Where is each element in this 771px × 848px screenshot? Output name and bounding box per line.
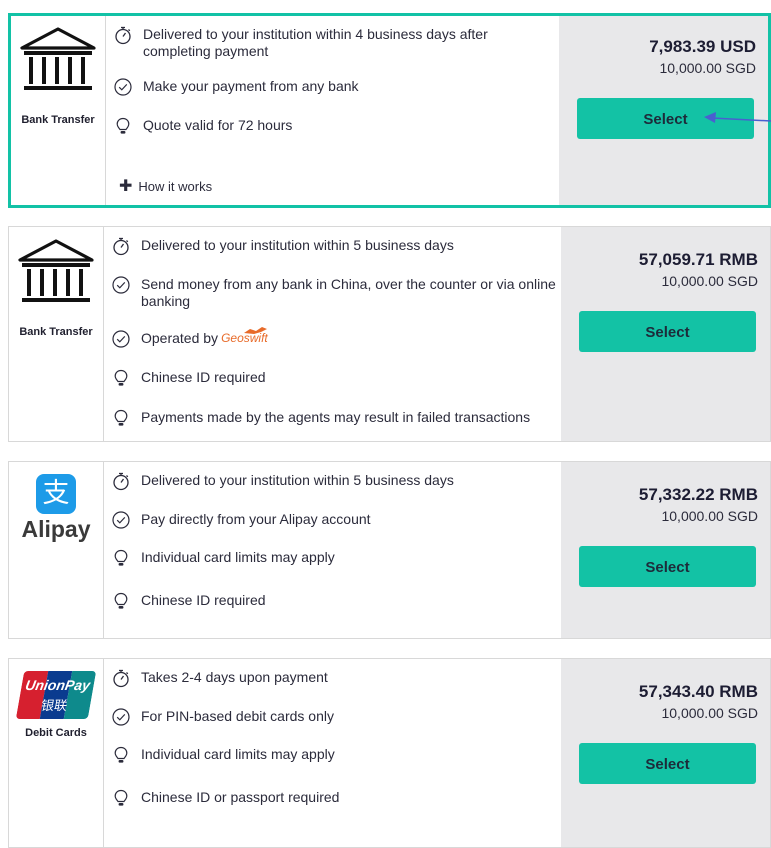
price-source-amount: 10,000.00 SGD	[661, 508, 758, 524]
feature-text: Pay directly from your Alipay account	[141, 511, 371, 527]
feature-text: Operated by	[141, 330, 219, 346]
feature-item: Takes 2-4 days upon payment	[111, 669, 561, 688]
price-panel: 57,059.71 RMB 10,000.00 SGD Select	[561, 227, 770, 441]
lightbulb-icon	[111, 591, 131, 611]
arrow-pointer-icon	[704, 112, 771, 123]
check-circle-icon	[111, 510, 131, 530]
how-it-works-link[interactable]: ✚ How it works	[119, 176, 212, 196]
check-circle-icon	[111, 329, 131, 349]
feature-text: Chinese ID or passport required	[141, 789, 340, 805]
feature-item: Delivered to your institution within 4 b…	[113, 26, 559, 60]
feature-text: Delivered to your institution within 5 b…	[141, 472, 454, 488]
feature-text: Quote valid for 72 hours	[143, 117, 293, 133]
lightbulb-icon	[111, 368, 131, 388]
features-column: Delivered to your institution within 5 b…	[103, 227, 561, 441]
feature-item: Chinese ID required	[111, 369, 561, 388]
feature-item: Quote valid for 72 hours	[113, 117, 559, 136]
price-panel: 57,332.22 RMB 10,000.00 SGD Select	[561, 462, 770, 638]
logo-label: Bank Transfer	[19, 326, 93, 338]
bank-icon	[18, 26, 98, 96]
select-button[interactable]: Select	[579, 311, 756, 352]
price-amount: 57,343.40 RMB	[638, 682, 758, 701]
bank-icon	[16, 238, 96, 308]
price-amount: 7,983.39 USD	[649, 37, 756, 56]
unionpay-logo-text: UnionPay	[24, 677, 92, 693]
feature-text: Make your payment from any bank	[143, 78, 359, 94]
logo-label: Alipay	[21, 516, 91, 542]
lightbulb-icon	[113, 116, 133, 136]
price-panel: 57,343.40 RMB 10,000.00 SGD Select	[561, 659, 770, 847]
features-column: Delivered to your institution within 4 b…	[105, 16, 559, 205]
logo-column: Bank Transfer	[11, 16, 106, 205]
lightbulb-icon	[111, 548, 131, 568]
logo-column: UnionPay 银联 Debit Cards	[9, 659, 104, 847]
feature-text: Takes 2-4 days upon payment	[141, 669, 328, 685]
feature-item: Send money from any bank in China, over …	[111, 276, 561, 310]
select-button[interactable]: Select	[579, 546, 756, 587]
feature-text: Individual card limits may apply	[141, 549, 335, 565]
feature-text: For PIN-based debit cards only	[141, 708, 334, 724]
stopwatch-icon	[113, 25, 133, 45]
plus-icon: ✚	[119, 178, 133, 195]
price-amount: 57,059.71 RMB	[638, 250, 758, 269]
payment-option-alipay: 支 Alipay Delivered to your institution w…	[8, 461, 771, 639]
check-circle-icon	[113, 77, 133, 97]
features-column: Delivered to your institution within 5 b…	[103, 462, 561, 638]
logo-label: Bank Transfer	[21, 114, 95, 126]
feature-item: For PIN-based debit cards only	[111, 708, 561, 727]
select-button[interactable]: Select	[579, 743, 756, 784]
feature-item: Chinese ID or passport required	[111, 789, 561, 808]
check-circle-icon	[111, 707, 131, 727]
geoswift-fox-icon	[243, 327, 267, 334]
lightbulb-icon	[111, 745, 131, 765]
feature-item: Payments made by the agents may result i…	[111, 409, 561, 428]
feature-text: Send money from any bank in China, over …	[141, 276, 556, 309]
price-source-amount: 10,000.00 SGD	[661, 273, 758, 289]
stopwatch-icon	[111, 668, 131, 688]
logo-column: 支 Alipay	[9, 462, 104, 638]
feature-text: Chinese ID required	[141, 369, 266, 385]
price-source-amount: 10,000.00 SGD	[659, 60, 756, 76]
logo-column: Bank Transfer	[9, 227, 104, 441]
feature-item: Delivered to your institution within 5 b…	[111, 472, 561, 491]
feature-text: Delivered to your institution within 5 b…	[141, 237, 454, 253]
feature-item: Individual card limits may apply	[111, 549, 561, 568]
check-circle-icon	[111, 275, 131, 295]
unionpay-logo-cn-text: 银联	[39, 699, 69, 714]
feature-text: Payments made by the agents may result i…	[141, 409, 531, 425]
feature-item: Pay directly from your Alipay account	[111, 511, 561, 530]
feature-text: Individual card limits may apply	[141, 746, 335, 762]
feature-item: Delivered to your institution within 5 b…	[111, 237, 561, 256]
payment-option-unionpay: UnionPay 银联 Debit Cards Takes 2-4 days u…	[8, 658, 771, 848]
feature-item: Make your payment from any bank	[113, 78, 559, 97]
unionpay-logo: UnionPay 银联	[15, 671, 97, 719]
stopwatch-icon	[111, 236, 131, 256]
feature-text: Delivered to your institution within 4 b…	[143, 26, 488, 59]
alipay-icon: 支	[36, 474, 76, 514]
how-it-works-label: How it works	[138, 178, 213, 194]
payment-option-bank-transfer-rmb: Bank Transfer Delivered to your institut…	[8, 226, 771, 442]
stopwatch-icon	[111, 471, 131, 491]
feature-item: Chinese ID required	[111, 592, 561, 611]
feature-item: Individual card limits may apply	[111, 746, 561, 765]
price-amount: 57,332.22 RMB	[638, 485, 758, 504]
logo-label: Debit Cards	[25, 727, 87, 739]
feature-item: Operated by Geoswift	[111, 327, 561, 349]
price-source-amount: 10,000.00 SGD	[661, 705, 758, 721]
lightbulb-icon	[111, 788, 131, 808]
features-column: Takes 2-4 days upon payment For PIN-base…	[103, 659, 561, 847]
lightbulb-icon	[111, 408, 131, 428]
feature-text: Chinese ID required	[141, 592, 266, 608]
payment-option-bank-transfer-usd: Bank Transfer Delivered to your institut…	[8, 13, 771, 208]
